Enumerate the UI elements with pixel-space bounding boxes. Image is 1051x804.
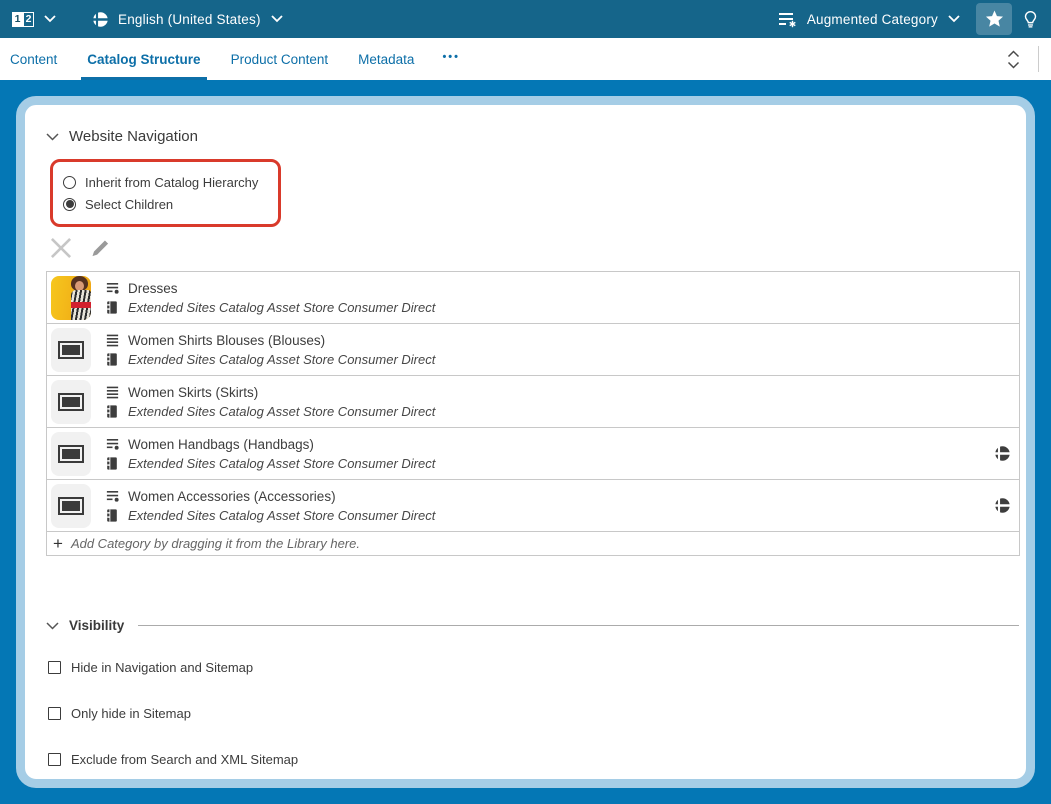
lightbulb-icon [1022,10,1039,29]
radio-option-inherit-from-catalog-hierarchy[interactable]: Inherit from Catalog Hierarchy [63,171,258,193]
hints-button[interactable] [1022,10,1039,29]
radio-group: Inherit from Catalog Hierarchy Select Ch… [63,171,258,215]
radio-option-select-children[interactable]: Select Children [63,193,258,215]
augmented-category-icon [778,11,798,28]
locale-chevron-down-icon[interactable] [271,15,283,23]
sales-category-icon [105,281,120,296]
category-row[interactable]: Dresses Extended Sites Catalog Asset Sto… [47,272,1019,324]
sales-category-icon [105,489,120,504]
category-title: Women Handbags (Handbags) [128,437,314,452]
category-thumbnail [51,328,91,372]
category-row[interactable]: Women Accessories (Accessories) Extended… [47,480,1019,532]
star-icon [985,10,1004,28]
visibility-checkbox-group: Hide in Navigation and Sitemap Only hide… [46,660,1019,767]
checkbox-label: Only hide in Sitemap [71,706,191,721]
category-title: Women Accessories (Accessories) [128,489,336,504]
image-placeholder-icon [58,445,84,463]
checkbox-exclude-from-search-and-xml-sitemap[interactable]: Exclude from Search and XML Sitemap [48,752,1019,767]
checkbox-label: Hide in Navigation and Sitemap [71,660,253,675]
visibility-chevron-down-icon[interactable] [46,622,59,630]
add-category-hint: Add Category by dragging it from the Lib… [71,536,360,551]
page-2-badge: 2 [23,12,34,27]
globe-icon [92,11,109,28]
category-path: Extended Sites Catalog Asset Store Consu… [128,352,435,367]
category-thumbnail [51,276,91,320]
tab-list: Content Catalog Structure Product Content M… [8,38,442,80]
section-chevron-down-icon[interactable] [46,133,59,141]
collapse-panel-control[interactable] [1003,46,1024,73]
category-thumbnail [51,484,91,528]
checkbox-label: Exclude from Search and XML Sitemap [71,752,298,767]
tab-content[interactable]: Content [8,38,59,80]
edit-pencil-button[interactable] [88,236,112,260]
image-placeholder-icon [58,393,84,411]
tabbar: Content Catalog Structure Product Content M… [0,38,1051,80]
category-thumbnail [51,432,91,476]
checkbox-hide-in-navigation-and-sitemap[interactable]: Hide in Navigation and Sitemap [48,660,1019,675]
category-icon [105,333,120,348]
section-title: Website Navigation [69,128,198,145]
tabbar-divider [1038,46,1039,72]
category-path: Extended Sites Catalog Asset Store Consu… [128,300,435,315]
category-thumbnail [51,380,91,424]
catalog-icon [105,404,120,419]
visibility-title: Visibility [69,618,124,633]
radio-label: Select Children [85,197,173,212]
category-row[interactable]: Women Shirts Blouses (Blouses) Extended … [47,324,1019,376]
sales-category-icon [105,437,120,452]
category-title: Dresses [128,281,178,296]
category-icon [105,385,120,400]
context-label: Augmented Category [807,12,938,27]
plus-icon: + [53,535,63,552]
child-category-list: Dresses Extended Sites Catalog Asset Sto… [46,271,1020,556]
image-placeholder-icon [58,341,84,359]
catalog-icon [105,508,120,523]
tab-overflow-button[interactable]: ••• [442,51,460,67]
topbar: 1 2 English (United States) [0,0,1051,38]
tab-catalog-structure[interactable]: Catalog Structure [85,38,202,80]
radio-icon[interactable] [63,198,76,211]
content-area: Website Navigation Inherit from Catalog … [0,80,1051,804]
visibility-divider [138,625,1019,626]
radio-icon[interactable] [63,176,76,189]
context-chevron-down-icon[interactable] [948,15,960,23]
category-toolbar [48,235,1019,261]
catalog-icon [105,456,120,471]
locale-label: English (United States) [118,12,261,27]
visibility-header: Visibility [46,618,1019,633]
tab-metadata[interactable]: Metadata [356,38,416,80]
category-path: Extended Sites Catalog Asset Store Consu… [128,508,435,523]
catalog-icon [105,300,120,315]
checkbox-icon[interactable] [48,661,61,674]
category-title: Women Shirts Blouses (Blouses) [128,333,325,348]
website-navigation-header: Website Navigation [46,128,1019,145]
checkbox-only-hide-in-sitemap[interactable]: Only hide in Sitemap [48,706,1019,721]
translation-globe-icon[interactable] [994,445,1011,462]
page-1-badge: 1 [12,12,23,27]
category-row[interactable]: Women Skirts (Skirts) Extended Sites Cat… [47,376,1019,428]
catalog-structure-panel: Website Navigation Inherit from Catalog … [16,96,1035,788]
checkbox-icon[interactable] [48,707,61,720]
category-path: Extended Sites Catalog Asset Store Consu… [128,456,435,471]
workspace-pages-badge[interactable]: 1 2 [12,12,34,27]
chevron-down-icon[interactable] [44,15,56,23]
radio-label: Inherit from Catalog Hierarchy [85,175,258,190]
translation-globe-icon[interactable] [994,497,1011,514]
category-path: Extended Sites Catalog Asset Store Consu… [128,404,435,419]
category-title: Women Skirts (Skirts) [128,385,258,400]
checkbox-icon[interactable] [48,753,61,766]
add-category-drop-zone[interactable]: + Add Category by dragging it from the L… [47,532,1019,555]
remove-button[interactable] [48,235,74,261]
image-placeholder-icon [58,497,84,515]
tab-product-content[interactable]: Product Content [229,38,331,80]
catalog-icon [105,352,120,367]
annotation-highlight-box: Inherit from Catalog Hierarchy Select Ch… [50,159,281,227]
category-row[interactable]: Women Handbags (Handbags) Extended Sites… [47,428,1019,480]
favorites-button[interactable] [976,3,1012,35]
